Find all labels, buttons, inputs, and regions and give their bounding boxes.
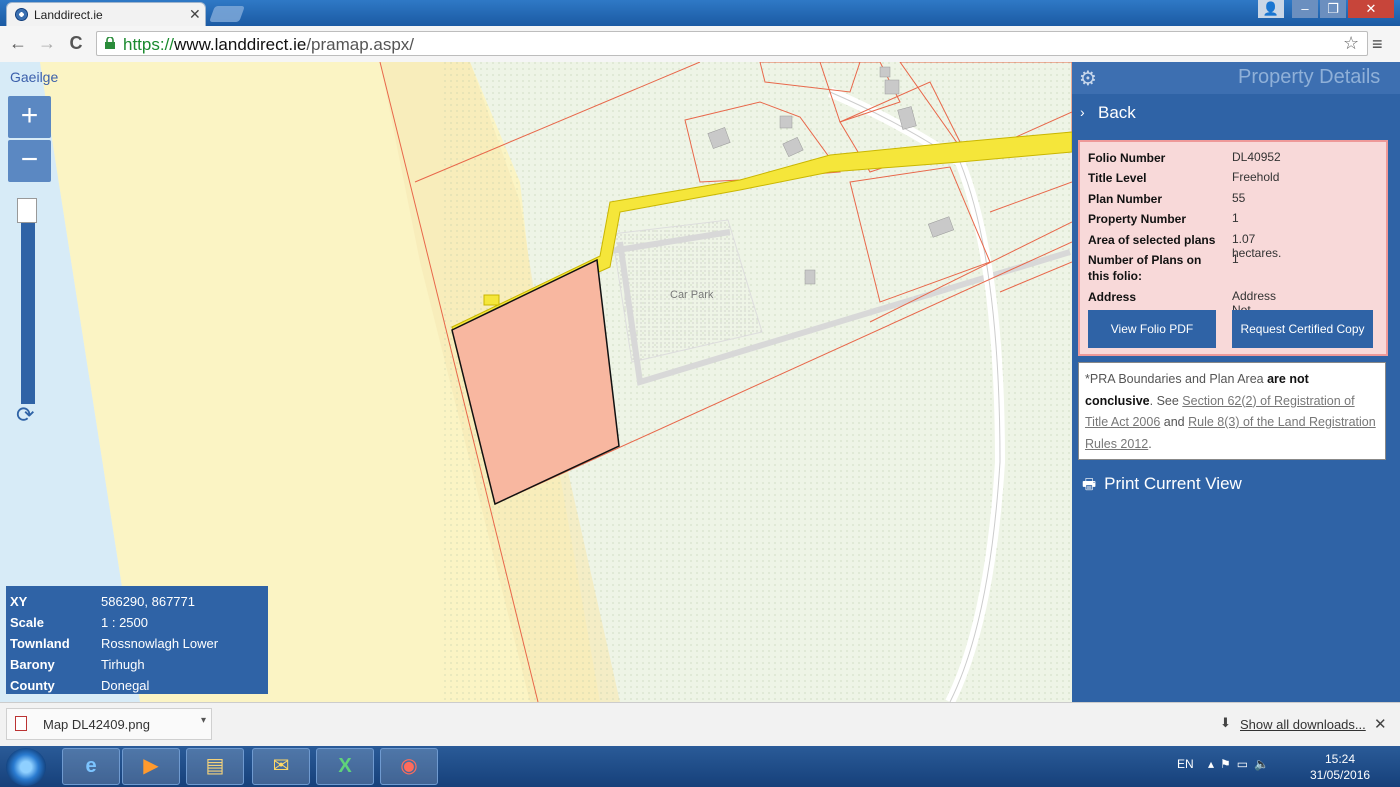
file-icon (15, 716, 27, 731)
info-row-county: County Donegal (10, 678, 150, 693)
location-info-box: XY 586290, 867771 Scale 1 : 2500 Townland R… (6, 586, 268, 694)
view-folio-pdf-button[interactable]: View Folio PDF (1088, 310, 1216, 348)
system-tray-icons[interactable]: ▴⚑▭🔈 (1208, 757, 1275, 771)
tab-title: Landdirect.ie (34, 8, 103, 22)
show-all-downloads-link[interactable]: Show all downloads... (1240, 717, 1366, 732)
gear-icon[interactable]: ⚙ (1079, 66, 1097, 91)
close-download-bar-icon[interactable]: ✕ (1374, 715, 1387, 733)
tab-close-icon[interactable]: ✕ (189, 6, 201, 23)
browser-toolbar: ← → C https://www.landdirect.ie/pramap.a… (0, 26, 1400, 63)
download-bar: Map DL42409.png ▾ ⬇ Show all downloads..… (0, 702, 1400, 747)
property-details-panel: ⚙ Property Details › Back Folio Number DL… (1072, 62, 1400, 702)
browser-tab-strip: Landdirect.ie ✕ 👤 – ❐ ✕ (0, 0, 1400, 26)
close-window-button[interactable]: ✕ (1348, 0, 1394, 18)
restore-button[interactable]: ❐ (1320, 0, 1346, 18)
browser-menu-icon[interactable]: ≡ (1372, 34, 1383, 55)
folio-details-box: Folio Number DL40952 Title Level Freehold … (1078, 140, 1388, 356)
print-current-view-button[interactable]: 🖶 Print Current View (1082, 474, 1242, 499)
input-language-indicator[interactable]: EN (1177, 757, 1194, 771)
print-label: Print Current View (1104, 474, 1242, 493)
windows-taskbar: e ▶ ▤ ✉ X ◉ EN ▴⚑▭🔈 15:24 31/05/2016 (0, 746, 1400, 787)
info-row-townland: Townland Rossnowlagh Lower (10, 636, 219, 651)
zoom-in-button[interactable]: + (8, 96, 51, 138)
back-label: Back (1098, 103, 1136, 122)
location-info-table: XY 586290, 867771 Scale 1 : 2500 Townland R… (10, 591, 218, 696)
disclaimer-note: *PRA Boundaries and Plan Area are not co… (1078, 362, 1386, 460)
info-row-xy: XY 586290, 867771 (10, 594, 195, 609)
landdirect-favicon-icon (15, 8, 28, 21)
internet-explorer-icon[interactable]: e (62, 748, 120, 785)
start-button[interactable] (6, 748, 46, 786)
new-tab-button[interactable] (209, 6, 245, 22)
zoom-slider-handle[interactable] (17, 198, 37, 223)
user-profile-icon[interactable]: 👤 (1258, 0, 1284, 18)
zoom-out-button[interactable]: − (8, 140, 51, 182)
lock-icon (105, 37, 115, 49)
back-button[interactable]: › Back (1072, 96, 1400, 130)
back-arrow-icon[interactable]: ← (6, 33, 30, 54)
zoom-slider-track[interactable] (21, 202, 35, 404)
printer-icon: 🖶 (1082, 476, 1097, 493)
file-explorer-icon[interactable]: ▤ (186, 748, 244, 785)
chrome-icon[interactable]: ◉ (380, 748, 438, 785)
panel-title: Property Details (1238, 66, 1381, 88)
reload-icon[interactable]: C (64, 33, 88, 54)
clock-date: 31/05/2016 (1310, 768, 1371, 782)
clock-time: 15:24 (1324, 752, 1356, 766)
info-row-scale: Scale 1 : 2500 (10, 615, 148, 630)
browser-tab[interactable]: Landdirect.ie ✕ (6, 2, 206, 26)
download-arrow-icon: ⬇ (1220, 715, 1231, 730)
outlook-icon[interactable]: ✉ (252, 748, 310, 785)
refresh-map-icon[interactable]: ⟳ (16, 402, 34, 428)
bookmark-star-icon[interactable]: ☆ (1343, 33, 1359, 54)
download-menu-chevron-icon[interactable]: ▾ (201, 715, 206, 726)
chevron-right-icon: › (1080, 104, 1085, 120)
panel-header: ⚙ Property Details (1072, 62, 1400, 94)
media-player-icon[interactable]: ▶ (122, 748, 180, 785)
download-file-name: Map DL42409.png (43, 717, 150, 732)
download-item[interactable]: Map DL42409.png ▾ (6, 708, 212, 740)
system-clock[interactable]: 15:24 31/05/2016 (1310, 751, 1370, 783)
car-park-label: Car Park (670, 289, 714, 301)
excel-icon[interactable]: X (316, 748, 374, 785)
info-row-barony: Barony Tirhugh (10, 657, 145, 672)
url-text: https://www.landdirect.ie/pramap.aspx/ (123, 35, 415, 54)
language-link[interactable]: Gaeilge (10, 69, 58, 85)
forward-arrow-icon[interactable]: → (35, 33, 59, 54)
minimize-button[interactable]: – (1292, 0, 1318, 18)
request-certified-copy-button[interactable]: Request Certified Copy (1232, 310, 1373, 348)
address-bar[interactable]: https://www.landdirect.ie/pramap.aspx/ ☆ (96, 31, 1368, 56)
